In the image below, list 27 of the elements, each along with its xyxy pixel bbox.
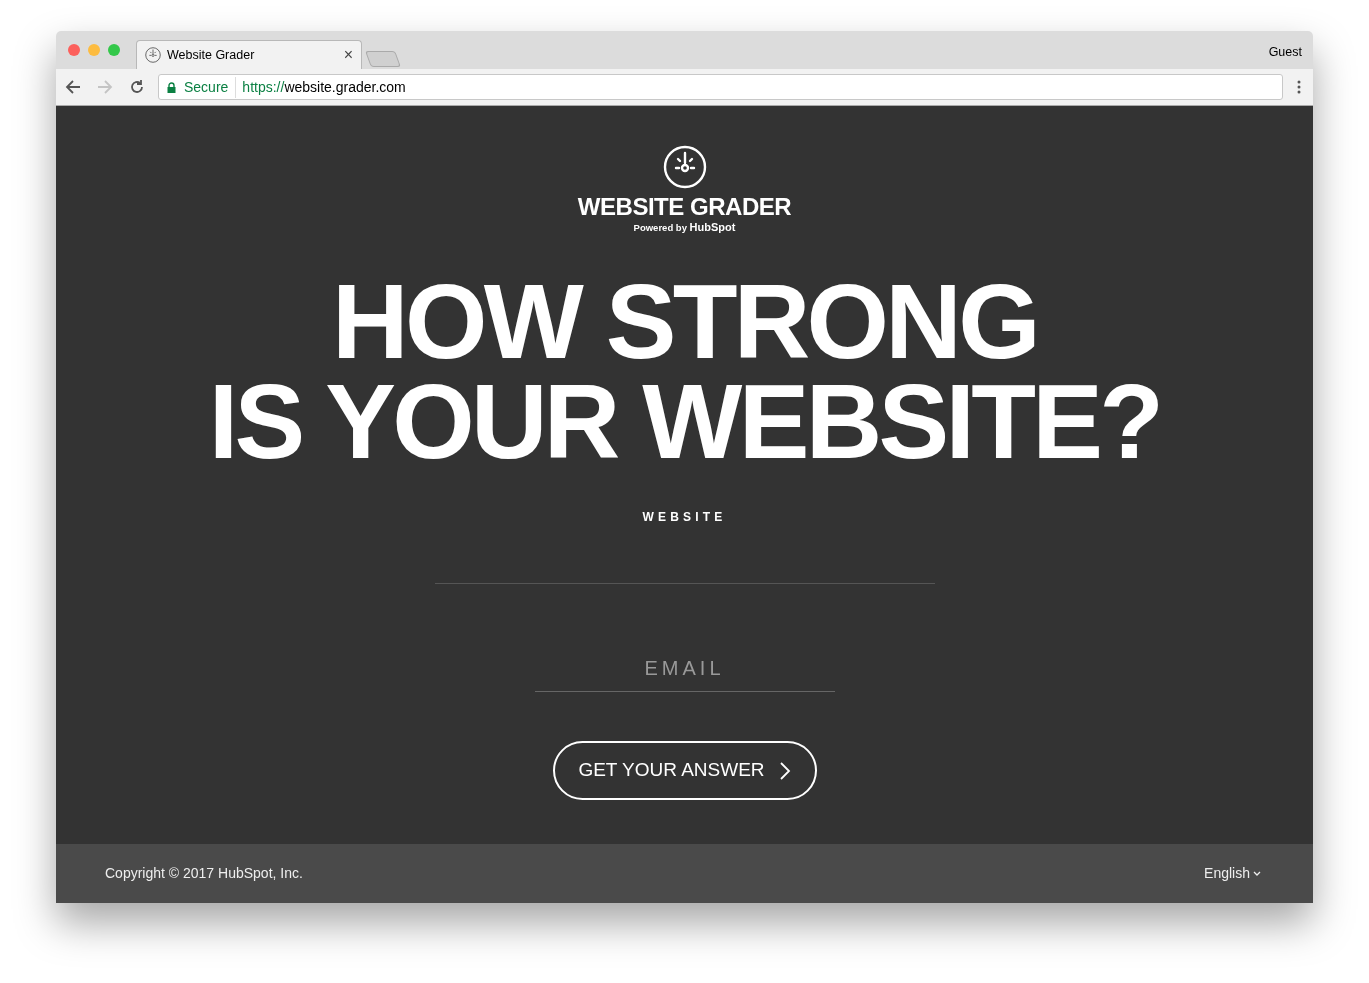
lock-icon [167,81,176,93]
back-icon[interactable] [64,78,82,96]
secure-label: Secure [184,76,237,98]
new-tab-button[interactable] [365,51,401,67]
address-bar[interactable]: Secure https://website.grader.com [158,74,1283,100]
profile-name[interactable]: Guest [1268,43,1302,62]
close-tab-icon[interactable]: × [343,47,353,63]
language-selector[interactable]: English [1204,863,1261,884]
maximize-window-icon[interactable] [108,44,120,56]
website-field[interactable]: WEBSITE [434,508,935,584]
get-answer-button[interactable]: GET YOUR ANSWER [552,741,817,800]
browser-tab[interactable]: Website Grader × [136,40,362,69]
powered-by-text: Powered by HubSpot [633,221,736,234]
email-field[interactable]: EMAIL [534,646,835,692]
reload-icon[interactable] [128,78,146,96]
copyright-text: Copyright © 2017 HubSpot, Inc. [105,864,303,883]
forward-icon[interactable] [96,78,114,96]
chevron-down-icon [1253,870,1261,877]
menu-icon[interactable] [1297,80,1301,94]
url-text: https://website.grader.com [242,77,406,97]
minimize-window-icon[interactable] [88,44,100,56]
close-window-icon[interactable] [68,44,80,56]
gauge-icon [145,47,161,63]
brand-name: WEBSITE GRADER [577,193,792,221]
gauge-logo-icon [662,145,707,189]
chevron-right-icon [778,760,791,781]
headline: HOW STRONG IS YOUR WEBSITE? [207,266,1162,476]
